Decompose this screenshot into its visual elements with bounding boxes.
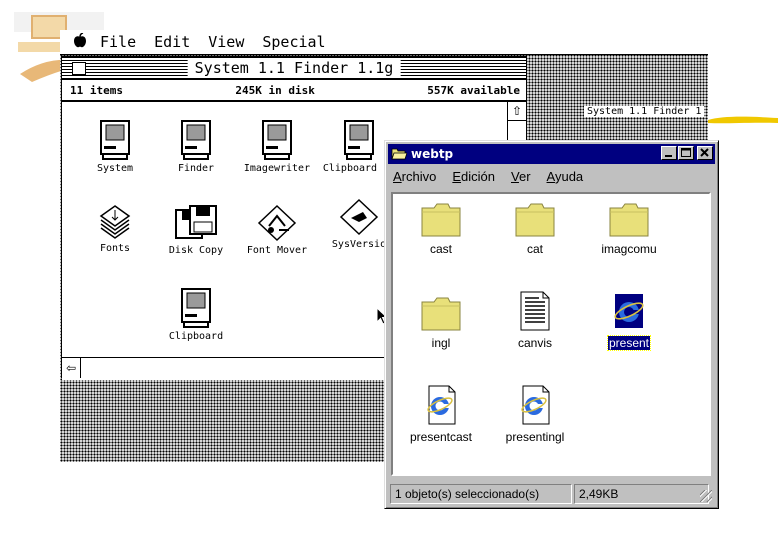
finder-item-disk-copy[interactable]: Disk Copy: [156, 204, 236, 256]
status-bar: 1 objeto(s) seleccionado(s) 2,49KB: [390, 484, 713, 504]
menu-edit[interactable]: Edit: [154, 33, 190, 51]
status-size: 2,49KB: [574, 484, 709, 504]
menu-accel: V: [511, 169, 519, 184]
file-item-present[interactable]: present: [584, 290, 674, 351]
text-document-icon: [520, 291, 550, 331]
scroll-left-arrow-icon[interactable]: ⇦: [62, 358, 81, 378]
finder-titlebar[interactable]: System 1.1 Finder 1.1g: [62, 57, 526, 80]
maximize-button[interactable]: [678, 146, 694, 160]
file-item-label: ingl: [431, 336, 451, 350]
scroll-up-arrow-icon[interactable]: ⇧: [508, 102, 526, 121]
mac-computer-icon: [262, 120, 292, 160]
minimize-icon: [665, 155, 672, 157]
finder-title: System 1.1 Finder 1.1g: [187, 59, 401, 77]
desktop-window-label: System 1.1 Finder 1: [584, 106, 705, 117]
file-item-canvis[interactable]: canvis: [490, 290, 580, 351]
mac-menubar: File Edit View Special: [60, 30, 708, 55]
file-item-cat[interactable]: cat: [490, 202, 580, 257]
menu-accel: A: [546, 169, 555, 184]
file-item-ingl[interactable]: ingl: [396, 296, 486, 351]
file-item-imagcomu[interactable]: imagcomu: [584, 202, 674, 257]
internet-explorer-document-icon: [427, 385, 456, 425]
menu-label: dición: [461, 169, 495, 184]
finder-item-label: Clipboard: [168, 331, 224, 342]
window-title: webtp: [411, 147, 454, 161]
webtp-content: cast cat imagcomu ingl canvis present pr…: [391, 192, 711, 476]
menu-accel: E: [452, 169, 462, 184]
finder-item-clipboard[interactable]: Clipboard: [156, 288, 236, 342]
disk-copy-icon: [175, 205, 217, 239]
finder-item-label: Disk Copy: [168, 245, 224, 256]
items-count: 11 items: [70, 83, 123, 97]
mac-computer-icon: [181, 288, 211, 328]
webtp-titlebar[interactable]: webtp: [388, 144, 715, 164]
internet-explorer-icon: [614, 294, 644, 328]
finder-item-label: Fonts: [99, 243, 131, 254]
finder-close-box[interactable]: [72, 62, 86, 75]
finder-item-label: Finder: [177, 163, 215, 174]
file-item-cast[interactable]: cast: [396, 202, 486, 257]
menu-label: er: [518, 169, 531, 184]
menu-ver[interactable]: Ver: [511, 169, 531, 184]
file-item-label: canvis: [517, 336, 552, 350]
file-item-label: imagcomu: [601, 242, 657, 256]
disk-available: 557K available: [427, 83, 520, 97]
menu-ayuda[interactable]: Ayuda: [547, 169, 584, 184]
internet-explorer-document-icon: [521, 385, 550, 425]
finder-item-font-mover[interactable]: Font Mover: [237, 204, 317, 256]
finder-info-bar: 11 items 245K in disk 557K available: [62, 80, 526, 102]
finder-item-label: Font Mover: [246, 245, 308, 256]
font-mover-icon: [257, 204, 297, 242]
file-item-presentcast[interactable]: presentcast: [396, 384, 486, 445]
webtp-menubar: Archivo Edición Ver Ayuda: [393, 169, 599, 184]
mac-computer-icon: [344, 120, 374, 160]
menu-archivo[interactable]: Archivo: [393, 169, 436, 184]
folder-icon: [609, 203, 649, 237]
sysversion-icon: [339, 198, 379, 236]
mac-computer-icon: [100, 120, 130, 160]
menu-special[interactable]: Special: [262, 33, 325, 51]
disk-used: 245K in disk: [235, 83, 315, 97]
file-item-label: presentingl: [505, 430, 565, 444]
menu-label: yuda: [554, 169, 584, 184]
menu-accel: A: [393, 169, 402, 184]
folder-icon: [515, 203, 555, 237]
status-selection: 1 objeto(s) seleccionado(s): [390, 484, 572, 504]
finder-item-system[interactable]: System: [75, 120, 155, 174]
mac-computer-icon: [181, 120, 211, 160]
webtp-window: webtp Archivo Edición Ver Ayuda cast cat…: [384, 140, 719, 509]
maximize-icon: [681, 148, 691, 157]
resize-grip-icon[interactable]: [700, 490, 712, 502]
finder-item-finder[interactable]: Finder: [156, 120, 236, 174]
folder-icon: [421, 297, 461, 331]
finder-item-label: Imagewriter: [243, 163, 311, 174]
file-item-presentingl[interactable]: presentingl: [490, 384, 580, 445]
finder-item-label: System: [96, 163, 134, 174]
open-folder-icon: [391, 148, 407, 160]
file-item-label: cat: [526, 242, 543, 256]
finder-item-imagewriter[interactable]: Imagewriter: [237, 120, 317, 174]
file-item-label: present: [606, 335, 652, 351]
menu-file[interactable]: File: [100, 33, 136, 51]
file-item-label: presentcast: [409, 430, 473, 444]
menu-view[interactable]: View: [208, 33, 244, 51]
highlight-stroke-icon: [708, 116, 778, 124]
folder-icon: [421, 203, 461, 237]
file-item-label: cast: [429, 242, 452, 256]
minimize-button[interactable]: [661, 146, 677, 160]
close-button[interactable]: [697, 146, 713, 160]
fonts-icon: [99, 205, 131, 239]
apple-icon[interactable]: [60, 31, 100, 52]
close-icon: [700, 148, 709, 157]
menu-edicion[interactable]: Edición: [452, 169, 495, 184]
menu-label: rchivo: [401, 169, 437, 184]
finder-item-fonts[interactable]: Fonts: [75, 204, 155, 254]
